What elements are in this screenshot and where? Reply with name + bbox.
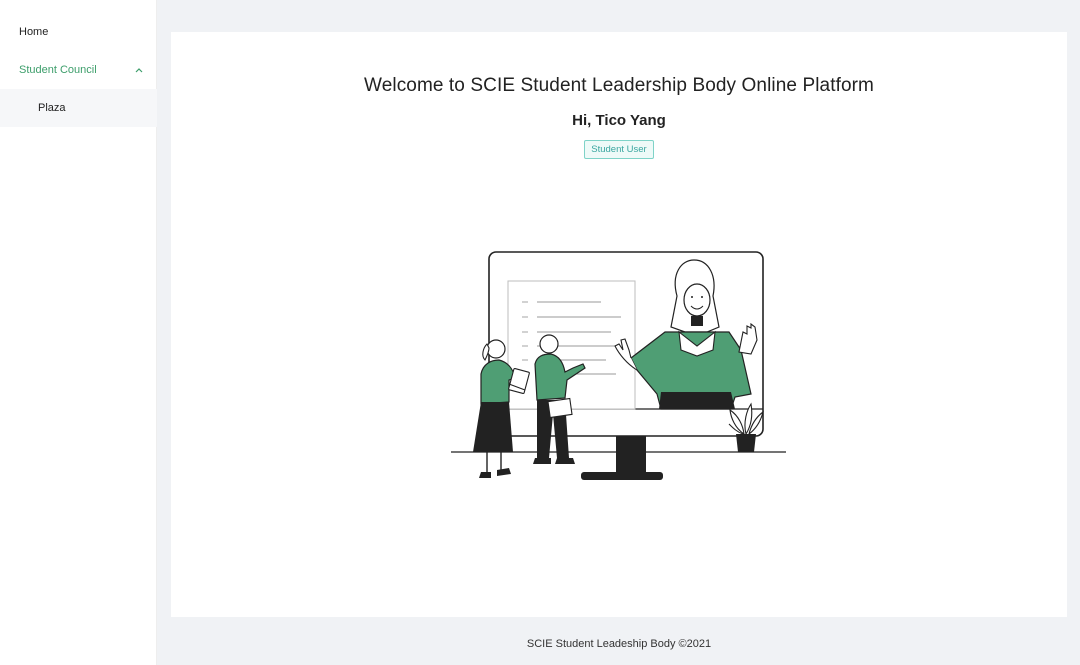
sidebar-item-label: Student Council [19, 64, 97, 76]
page-footer: SCIE Student Leadeship Body ©2021 [526, 638, 712, 650]
role-badge-container: Student User [171, 139, 1067, 159]
main-content: Welcome to SCIE Student Leadership Body … [158, 13, 1080, 665]
sidebar-item-label: Home [19, 26, 49, 38]
online-classroom-illustration [451, 251, 786, 480]
sidebar-item-plaza[interactable]: Plaza [0, 89, 157, 127]
user-greeting: Hi, Tico Yang [572, 112, 666, 129]
page-title: Welcome to SCIE Student Leadership Body … [364, 75, 874, 96]
role-badge: Student User [584, 140, 654, 159]
welcome-card: Welcome to SCIE Student Leadership Body … [171, 32, 1067, 617]
sidebar-menu: Home Student Council Plaza [0, 0, 157, 665]
chevron-up-icon[interactable] [134, 51, 144, 89]
sidebar-item-home[interactable]: Home [0, 13, 157, 51]
sidebar-item-student-council[interactable]: Student Council [0, 51, 157, 89]
app-root: Home Student Council Plaza Welcome to SC… [0, 0, 1080, 665]
sidebar-item-label: Plaza [38, 102, 66, 114]
